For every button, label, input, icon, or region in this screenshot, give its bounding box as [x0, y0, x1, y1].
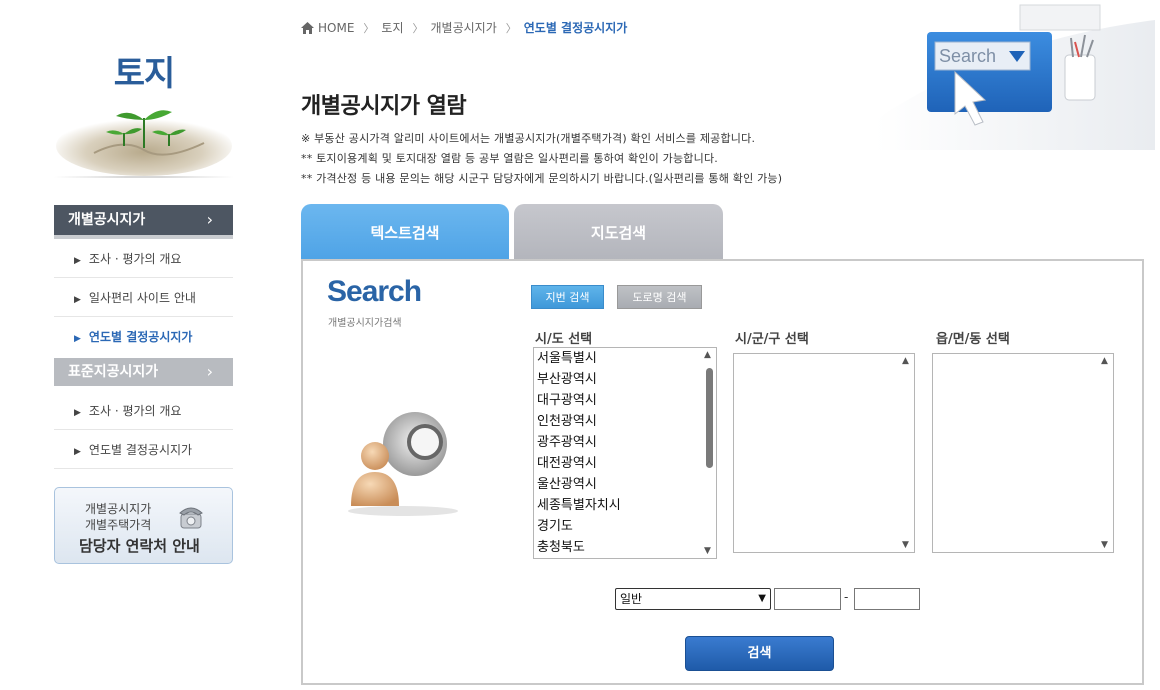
chevron-right-icon: ›	[206, 362, 213, 381]
lot-number-search-button[interactable]: 지번 검색	[531, 285, 604, 309]
page-title: 개별공시지가 열람	[301, 94, 467, 119]
breadcrumb-current: 연도별 결정공시지가	[523, 21, 628, 35]
eupmyeondong-listbox[interactable]: ▲ ▼	[932, 353, 1114, 553]
list-item[interactable]: 대전광역시	[534, 453, 716, 474]
list-item[interactable]: 광주광역시	[534, 432, 716, 453]
bullet-icon: ▶	[74, 256, 81, 266]
breadcrumb-separator: 〉	[505, 21, 517, 35]
breadcrumb-separator: 〉	[412, 21, 424, 35]
header-illust-search-text: Search	[939, 46, 996, 66]
scrollbar-thumb[interactable]	[706, 368, 713, 468]
search-screen-icon: Search	[875, 4, 1155, 150]
scrollbar[interactable]: ▲ ▼	[1099, 354, 1113, 552]
scroll-up-icon[interactable]: ▲	[704, 350, 711, 360]
notice-line: ** 토지이용계획 및 토지대장 열람 등 공부 열람은 일사편리를 통하여 확…	[301, 152, 718, 165]
sido-listbox[interactable]: 서울특별시 부산광역시 대구광역시 인천광역시 광주광역시 대전광역시 울산광역…	[533, 347, 717, 559]
sidebar-item-overview-standard[interactable]: ▶ 조사 · 평가의 개요	[54, 392, 233, 430]
phone-icon	[179, 507, 203, 529]
notice-line: ** 가격산정 등 내용 문의는 해당 시군구 담당자에게 문의하시기 바랍니다…	[301, 172, 783, 185]
sidebar-group-label: 표준지공시지가	[68, 364, 159, 380]
sub-number-input[interactable]	[854, 588, 920, 610]
sidebar-item-label: 연도별 결정공시지가	[88, 443, 193, 457]
breadcrumb-home[interactable]: HOME	[318, 21, 354, 35]
chevron-right-icon: ›	[206, 210, 213, 229]
search-person-icon	[348, 412, 458, 516]
sidebar-group-individual-land-price[interactable]: 개별공시지가 ›	[54, 205, 233, 239]
scroll-up-icon[interactable]: ▲	[1101, 356, 1108, 366]
list-item[interactable]: 부산광역시	[534, 369, 716, 390]
sidebar-item-label: 연도별 결정공시지가	[88, 330, 193, 344]
breadcrumb-separator: 〉	[363, 21, 375, 35]
sidebar-item-yearly-price[interactable]: ▶ 연도별 결정공시지가	[54, 318, 233, 356]
breadcrumb-individual-price[interactable]: 개별공시지가	[431, 19, 497, 36]
contact-info-banner[interactable]: 개별공시지가 개별주택가격 담당자 연락처 안내	[54, 487, 233, 564]
land-type-value: 일반	[620, 592, 643, 606]
scrollbar[interactable]: ▲ ▼	[900, 354, 914, 552]
sidebar-item-ilsa-guide[interactable]: ▶ 일사편리 사이트 안내	[54, 279, 233, 317]
chevron-down-icon: ▼	[758, 593, 766, 604]
scroll-down-icon[interactable]: ▼	[704, 546, 711, 556]
contact-line-2: 개별주택가격	[85, 518, 152, 532]
list-item[interactable]: 세종특별자치시	[534, 495, 716, 516]
list-item[interactable]: 울산광역시	[534, 474, 716, 495]
tab-text-search[interactable]: 텍스트검색	[301, 204, 509, 260]
sidebar-item-overview[interactable]: ▶ 조사 · 평가의 개요	[54, 240, 233, 278]
main-number-input[interactable]	[774, 588, 841, 610]
sidebar-item-label: 일사편리 사이트 안내	[88, 291, 196, 305]
scroll-up-icon[interactable]: ▲	[902, 356, 909, 366]
bullet-icon: ▶	[74, 447, 81, 457]
sidebar-group-label: 개별공시지가	[68, 212, 146, 228]
contact-line-1: 개별공시지가	[85, 502, 152, 516]
sidebar-item-label: 조사 · 평가의 개요	[88, 404, 182, 418]
sidebar-group-standard-land-price[interactable]: 표준지공시지가 ›	[54, 358, 233, 386]
sigungu-listbox[interactable]: ▲ ▼	[733, 353, 915, 553]
breadcrumb-land[interactable]: 토지	[381, 19, 403, 36]
bullet-icon: ▶	[74, 334, 81, 344]
list-item[interactable]: 충청북도	[534, 537, 716, 558]
sigungu-label: 시/군/구 선택	[735, 332, 809, 347]
search-panel: Search 개별공시지가검색 지번 검색 도로명 검색 시/도 선택 시/군/…	[301, 259, 1144, 685]
number-dash: -	[844, 590, 849, 604]
notice-line: ※ 부동산 공시가격 알리미 사이트에서는 개별공시지가(개별주택가격) 확인 …	[301, 132, 756, 145]
list-item[interactable]: 경기도	[534, 516, 716, 537]
sprout-icon	[56, 110, 232, 176]
scroll-down-icon[interactable]: ▼	[1101, 540, 1108, 550]
search-button[interactable]: 검색	[685, 636, 834, 671]
bullet-icon: ▶	[74, 408, 81, 418]
land-type-select[interactable]: 일반 ▼	[615, 588, 771, 610]
section-title: 토지	[113, 54, 176, 94]
tab-map-search[interactable]: 지도검색	[514, 204, 723, 260]
contact-line-3: 담당자 연락처 안내	[79, 537, 200, 555]
home-icon	[301, 21, 314, 34]
scrollbar[interactable]: ▲ ▼	[702, 348, 716, 558]
list-item[interactable]: 서울특별시	[534, 348, 716, 369]
list-item[interactable]: 인천광역시	[534, 411, 716, 432]
eupmyeondong-label: 읍/면/동 선택	[936, 332, 1010, 347]
road-name-search-button[interactable]: 도로명 검색	[617, 285, 702, 309]
search-logo: Search	[327, 275, 422, 308]
sidebar-item-label: 조사 · 평가의 개요	[88, 252, 182, 266]
search-logo-subtitle: 개별공시지가검색	[328, 318, 402, 329]
sido-label: 시/도 선택	[535, 332, 593, 347]
list-item[interactable]: 대구광역시	[534, 390, 716, 411]
breadcrumb: HOME 〉 토지 〉 개별공시지가 〉 연도별 결정공시지가	[301, 19, 627, 36]
bullet-icon: ▶	[74, 295, 81, 305]
sidebar-divider	[54, 176, 234, 178]
scroll-down-icon[interactable]: ▼	[902, 540, 909, 550]
sidebar-item-yearly-price-standard[interactable]: ▶ 연도별 결정공시지가	[54, 431, 233, 469]
